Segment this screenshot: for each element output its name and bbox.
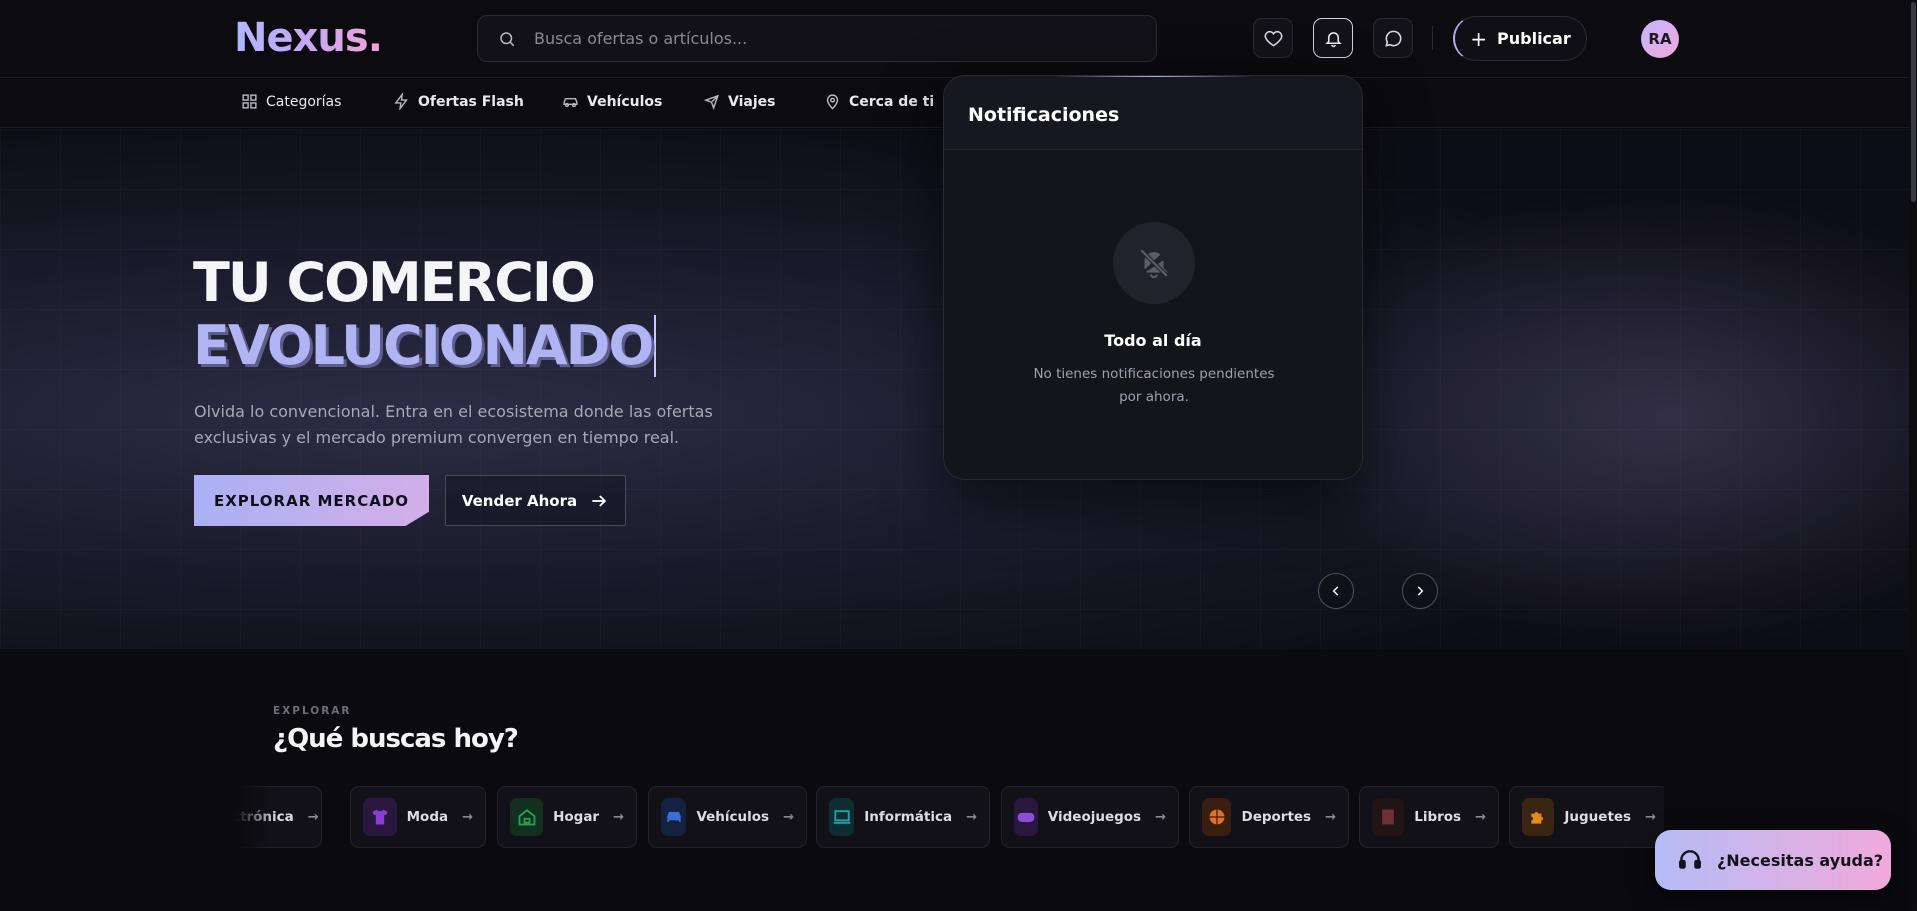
arrow-right-icon: [592, 494, 607, 507]
category-card-vehiculos[interactable]: Vehículos →: [648, 786, 807, 848]
carousel-next-button[interactable]: [1402, 573, 1438, 609]
category-label: Juguetes: [1564, 809, 1632, 825]
publish-button[interactable]: + Publicar: [1453, 16, 1587, 61]
explore-title: ¿Qué buscas hoy?: [273, 724, 519, 754]
arrow-right-icon: →: [1645, 809, 1656, 825]
house-icon: [510, 798, 544, 836]
car-icon: [661, 798, 687, 836]
category-label: Vehículos: [696, 809, 770, 825]
plus-icon: +: [1470, 26, 1488, 51]
arrow-right-icon: →: [1325, 809, 1336, 825]
hero-title-line2: EVOLUCIONADO: [193, 315, 657, 377]
laptop-icon: [829, 798, 855, 836]
lightning-icon: [394, 93, 408, 110]
notifications-title: Notificaciones: [944, 76, 1362, 150]
arrow-right-icon: →: [613, 809, 624, 825]
bell-icon: [1324, 31, 1342, 47]
gamepad-icon: [1014, 798, 1038, 836]
favorites-button[interactable]: [1253, 18, 1293, 58]
category-label: Hogar: [553, 809, 600, 825]
brand-logo[interactable]: Nexus.: [234, 15, 383, 61]
carousel-prev-button[interactable]: [1318, 573, 1354, 609]
basketball-icon: [1202, 798, 1232, 836]
chat-bubble-icon: [1384, 30, 1401, 47]
grid-icon: [242, 94, 257, 109]
top-header: Nexus. + Publicar RA: [0, 0, 1917, 78]
messages-button[interactable]: [1373, 18, 1413, 58]
header-divider: [1432, 26, 1433, 50]
hero-subtitle: Olvida lo convencional. Entra en el ecos…: [194, 402, 713, 447]
nav-item-categorias[interactable]: Categorías: [241, 93, 341, 110]
category-card-informatica[interactable]: Informática →: [816, 786, 990, 848]
book-icon: [1372, 798, 1405, 836]
nav-item-viajes[interactable]: Viajes: [703, 93, 775, 110]
publish-label: Publicar: [1497, 29, 1571, 48]
help-button[interactable]: ¿Necesitas ayuda?: [1655, 830, 1891, 890]
hero-title-line1: TU COMERCIO: [193, 251, 596, 314]
carousel-fade: [236, 786, 276, 850]
arrow-right-icon: →: [462, 809, 473, 825]
puzzle-icon: [1522, 798, 1555, 836]
arrow-right-icon: →: [783, 809, 794, 825]
explore-market-button[interactable]: EXPLORAR MERCADO: [194, 475, 429, 526]
category-carousel: Electrónica → Moda → Hogar →: [236, 786, 1664, 850]
map-pin-icon: [826, 94, 839, 110]
page-scrollbar[interactable]: [1909, 0, 1917, 911]
notifications-empty-title: Todo al día: [1104, 331, 1202, 350]
nav-item-label: Vehículos: [587, 93, 663, 110]
nav-item-label: Viajes: [728, 93, 776, 110]
category-card-deportes[interactable]: Deportes →: [1189, 786, 1349, 848]
category-card-videojuegos[interactable]: Videojuegos →: [1001, 786, 1179, 848]
scrollbar-thumb[interactable]: [1911, 2, 1916, 202]
category-label: Videojuegos: [1047, 809, 1142, 825]
arrow-right-icon: →: [1475, 809, 1486, 825]
chevron-left-icon: [1332, 586, 1339, 596]
user-avatar[interactable]: RA: [1641, 20, 1679, 58]
bell-off-icon: [1113, 222, 1195, 304]
headset-icon: [1679, 850, 1701, 869]
notifications-empty-text: No tienes notificaciones pendientes por …: [1033, 366, 1275, 405]
marketplace-page: Nexus. + Publicar RA Categorías Ofertas: [0, 0, 1917, 911]
chevron-right-icon: [1417, 586, 1424, 596]
notifications-panel: Notificaciones Todo al día No tienes not…: [943, 75, 1363, 480]
category-card-libros[interactable]: Libros →: [1359, 786, 1499, 848]
plane-icon: [703, 94, 720, 110]
nav-item-label: Ofertas Flash: [418, 93, 524, 110]
sell-now-label: Vender Ahora: [461, 491, 578, 510]
search-input[interactable]: [534, 16, 1134, 61]
category-card-moda[interactable]: Moda →: [350, 786, 486, 848]
nav-item-vehiculos[interactable]: Vehículos: [562, 93, 662, 110]
shirt-icon: [363, 798, 397, 836]
help-label: ¿Necesitas ayuda?: [1717, 850, 1884, 870]
heart-icon: [1264, 30, 1282, 47]
category-label: Deportes: [1241, 809, 1312, 825]
category-card-juguetes[interactable]: Juguetes →: [1509, 786, 1664, 848]
arrow-right-icon: →: [1155, 809, 1166, 825]
nav-item-ofertas-flash[interactable]: Ofertas Flash: [393, 93, 524, 110]
category-label: Libros: [1414, 809, 1462, 825]
explore-section: EXPLORAR ¿Qué buscas hoy? Electrónica → …: [0, 649, 1917, 911]
search-icon: [500, 32, 515, 47]
nav-item-label: Categorías: [266, 93, 342, 110]
category-label: Moda: [406, 809, 449, 825]
notifications-button[interactable]: [1313, 18, 1353, 58]
arrow-right-icon: →: [966, 809, 977, 825]
category-label: Informática: [864, 809, 953, 825]
search-bar[interactable]: [477, 15, 1157, 62]
arrow-right-icon: →: [307, 809, 319, 825]
nav-item-label: Cerca de ti: [849, 93, 935, 110]
sell-now-button[interactable]: Vender Ahora: [445, 475, 626, 526]
category-card-hogar[interactable]: Hogar →: [497, 786, 637, 848]
nav-item-cerca-de-ti[interactable]: Cerca de ti: [824, 93, 934, 110]
car-icon: [563, 97, 578, 108]
explore-kicker: EXPLORAR: [273, 705, 352, 717]
